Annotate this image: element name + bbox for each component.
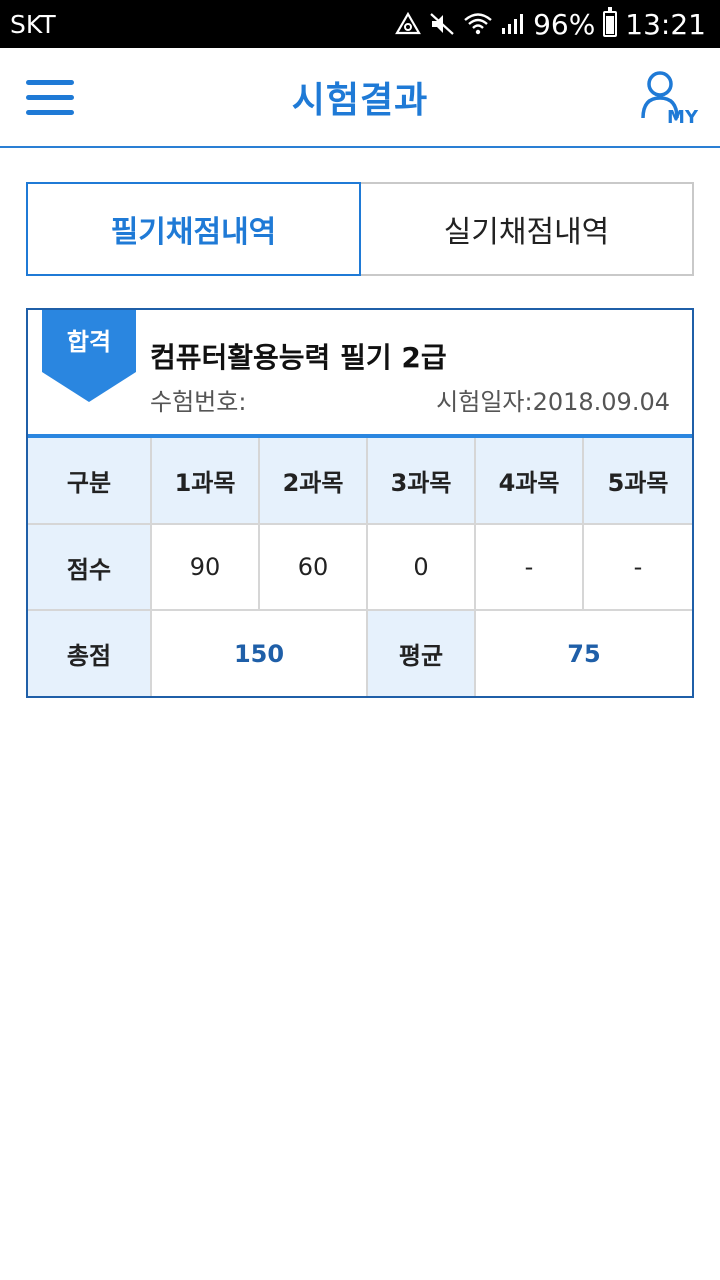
score-subject-2: 60 (258, 523, 368, 611)
my-page-button[interactable]: MY (640, 70, 698, 130)
app-header: 시험결과 MY (0, 48, 720, 148)
tab-written-scores[interactable]: 필기채점내역 (26, 182, 361, 276)
status-bar: SKT 96% 13:21 (0, 0, 720, 48)
exam-date: 시험일자:2018.09.04 (436, 388, 670, 416)
battery-icon (603, 7, 618, 37)
my-label: MY (667, 107, 698, 128)
status-icons: 96% 13:21 (395, 7, 706, 41)
score-subject-1: 90 (150, 523, 260, 611)
score-tabs: 필기채점내역 실기채점내역 (26, 182, 694, 276)
carrier-name: SKT (10, 9, 56, 39)
table-row: 점수 90 60 0 - - (28, 523, 692, 611)
result-card-header: 합격 컴퓨터활용능력 필기 2급 수험번호: 시험일자:2018.09.04 (28, 310, 692, 438)
score-subject-3: 0 (366, 523, 476, 611)
data-saver-icon (395, 12, 421, 35)
menu-icon-bar (26, 110, 74, 115)
average-score: 75 (474, 609, 692, 696)
wifi-icon (464, 13, 492, 35)
table-header-subject-3: 3과목 (366, 438, 476, 525)
tab-practical-scores[interactable]: 실기채점내역 (361, 182, 694, 276)
score-row-label: 점수 (28, 523, 152, 611)
pass-badge-label: 합격 (66, 328, 112, 356)
total-label: 총점 (28, 609, 152, 696)
table-header-subject-2: 2과목 (258, 438, 368, 525)
clock: 13:21 (625, 7, 706, 41)
exam-number: 수험번호: (150, 388, 247, 416)
table-header-category: 구분 (28, 438, 152, 525)
table-header-subject-1: 1과목 (150, 438, 260, 525)
mute-icon (430, 13, 454, 35)
score-subject-5: - (582, 523, 692, 611)
total-score: 150 (150, 609, 368, 696)
pass-badge: 합격 (42, 310, 136, 402)
menu-button[interactable] (26, 80, 74, 116)
table-row: 구분 1과목 2과목 3과목 4과목 5과목 (28, 438, 692, 525)
page-title: 시험결과 (291, 80, 429, 121)
exam-result-card: 합격 컴퓨터활용능력 필기 2급 수험번호: 시험일자:2018.09.04 구… (26, 308, 694, 698)
exam-name: 컴퓨터활용능력 필기 2급 (150, 341, 447, 374)
menu-icon-bar (26, 95, 74, 100)
battery-percent: 96% (533, 7, 596, 41)
table-row: 총점 150 평균 75 (28, 609, 692, 696)
table-header-subject-5: 5과목 (582, 438, 692, 525)
score-table: 구분 1과목 2과목 3과목 4과목 5과목 점수 90 60 0 - - 총점… (28, 438, 692, 696)
average-label: 평균 (366, 609, 476, 696)
score-subject-4: - (474, 523, 584, 611)
signal-icon (502, 14, 524, 34)
table-header-subject-4: 4과목 (474, 438, 584, 525)
menu-icon (26, 80, 74, 85)
